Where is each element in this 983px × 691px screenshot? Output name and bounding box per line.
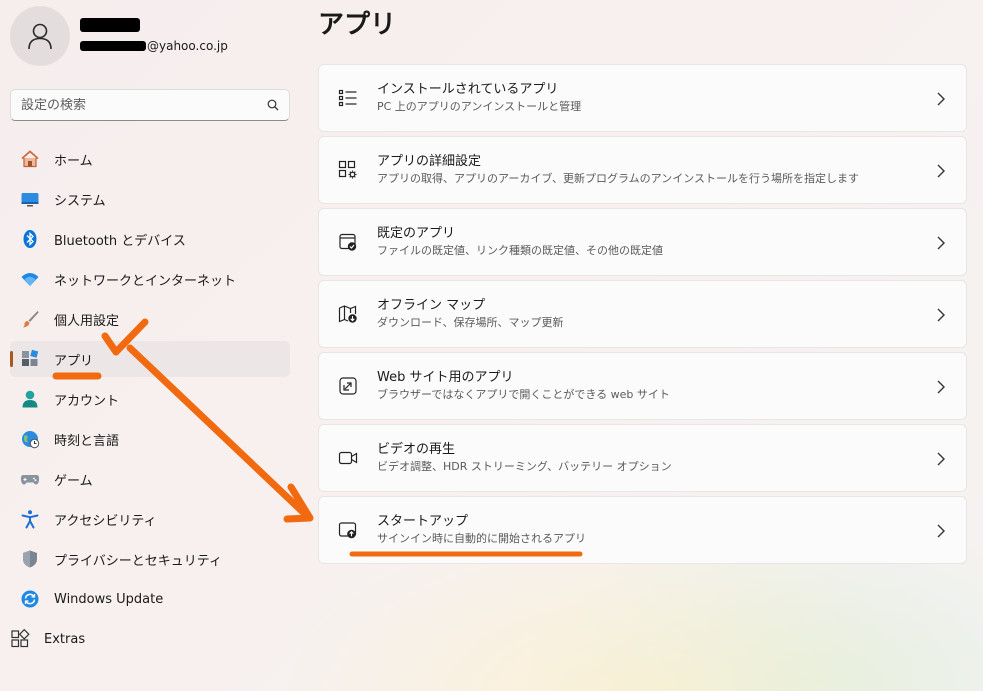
default-apps-icon — [337, 231, 359, 253]
sidebar-item-label: アクセシビリティ — [54, 513, 157, 529]
system-icon — [20, 189, 40, 209]
avatar[interactable] — [10, 6, 70, 66]
email-redaction — [80, 41, 146, 51]
card-startup[interactable]: スタートアップ サインイン時に自動的に開始されるアプリ — [318, 496, 967, 564]
sidebar-item-label: プライバシーとセキュリティ — [54, 553, 222, 569]
sidebar-item-accounts[interactable]: アカウント — [10, 381, 290, 417]
sidebar-item-personalization[interactable]: 個人用設定 — [10, 301, 290, 337]
card-apps-for-websites[interactable]: Web サイト用のアプリ ブラウザーではなくアプリで開くことができる web サ… — [318, 352, 967, 420]
card-advanced-app-settings[interactable]: アプリの詳細設定 アプリの取得、アプリのアーカイブ、更新プログラムのアンインスト… — [318, 136, 967, 204]
update-icon — [20, 589, 40, 609]
search-box[interactable] — [10, 89, 290, 121]
sidebar-item-label: システム — [54, 193, 106, 209]
sidebar-item-bluetooth[interactable]: Bluetooth とデバイス — [10, 221, 290, 257]
card-installed-apps[interactable]: インストールされているアプリ PC 上のアプリのアンインストールと管理 — [318, 64, 967, 132]
bluetooth-icon — [20, 229, 40, 249]
home-icon — [20, 149, 40, 169]
chevron-right-icon — [937, 452, 945, 466]
gamepad-icon — [20, 469, 40, 489]
sidebar-item-label: 時刻と言語 — [54, 433, 120, 449]
chevron-right-icon — [937, 524, 945, 538]
sidebar-item-label: アカウント — [54, 393, 120, 409]
card-description: ダウンロード、保存場所、マップ更新 — [377, 316, 564, 329]
list-icon — [337, 87, 359, 109]
card-title: インストールされているアプリ — [377, 82, 559, 97]
account-icon — [20, 389, 40, 409]
card-title: 既定のアプリ — [377, 226, 456, 241]
sidebar-item-extras[interactable]: Extras — [10, 621, 290, 657]
sidebar-item-privacy[interactable]: プライバシーとセキュリティ — [10, 541, 290, 577]
sidebar-item-time-language[interactable]: 時刻と言語 — [10, 421, 290, 457]
card-title: アプリの詳細設定 — [377, 154, 482, 169]
shield-icon — [20, 549, 40, 569]
card-description: PC 上のアプリのアンインストールと管理 — [377, 100, 582, 113]
video-icon — [337, 447, 359, 469]
sidebar-item-accessibility[interactable]: アクセシビリティ — [10, 501, 290, 537]
card-description: アプリの取得、アプリのアーカイブ、更新プログラムのアンインストールを行う場所を指… — [377, 172, 860, 185]
user-name-redaction — [80, 18, 140, 32]
time-language-icon — [20, 429, 40, 449]
chevron-right-icon — [937, 164, 945, 178]
chevron-right-icon — [937, 308, 945, 322]
sidebar: @yahoo.co.jp ホーム — [0, 0, 300, 691]
user-icon — [28, 23, 52, 50]
sidebar-item-label: 個人用設定 — [54, 313, 120, 329]
card-default-apps[interactable]: 既定のアプリ ファイルの既定値、リンク種類の既定値、その他の既定値 — [318, 208, 967, 276]
sidebar-item-network[interactable]: ネットワークとインターネット — [10, 261, 290, 297]
card-description: ビデオ調整、HDR ストリーミング、バッテリー オプション — [377, 460, 672, 473]
sidebar-item-label: Windows Update — [54, 591, 164, 607]
sidebar-item-label: ホーム — [54, 153, 93, 169]
sidebar-item-label: Extras — [44, 631, 86, 647]
card-description: ブラウザーではなくアプリで開くことができる web サイト — [377, 388, 670, 401]
card-title: ビデオの再生 — [377, 442, 456, 457]
chevron-right-icon — [937, 380, 945, 394]
accessibility-icon — [20, 509, 40, 529]
startup-icon — [337, 519, 359, 541]
user-email: @yahoo.co.jp — [80, 38, 228, 54]
search-input[interactable] — [21, 97, 267, 113]
card-title: Web サイト用のアプリ — [377, 370, 514, 385]
chevron-right-icon — [937, 236, 945, 250]
apps-icon — [20, 349, 40, 369]
card-title: スタートアップ — [377, 514, 469, 529]
search-icon[interactable] — [267, 99, 279, 111]
card-description: ファイルの既定値、リンク種類の既定値、その他の既定値 — [377, 244, 663, 257]
card-title: オフライン マップ — [377, 298, 486, 313]
page-title: アプリ — [318, 10, 397, 40]
settings-cards: インストールされているアプリ PC 上のアプリのアンインストールと管理 アプリの… — [318, 64, 967, 568]
sidebar-item-label: ネットワークとインターネット — [54, 273, 237, 289]
chevron-right-icon — [937, 92, 945, 106]
sidebar-item-gaming[interactable]: ゲーム — [10, 461, 290, 497]
card-offline-maps[interactable]: オフライン マップ ダウンロード、保存場所、マップ更新 — [318, 280, 967, 348]
card-description: サインイン時に自動的に開始されるアプリ — [377, 532, 586, 545]
email-suffix: @yahoo.co.jp — [147, 39, 228, 53]
sidebar-item-label: アプリ — [54, 353, 94, 369]
sidebar-item-windows-update[interactable]: Windows Update — [10, 581, 290, 617]
card-video-playback[interactable]: ビデオの再生 ビデオ調整、HDR ストリーミング、バッテリー オプション — [318, 424, 967, 492]
map-icon — [337, 303, 359, 325]
app-settings-icon — [337, 159, 359, 181]
sidebar-item-apps[interactable]: アプリ — [10, 341, 290, 377]
open-external-icon — [337, 375, 359, 397]
brush-icon — [20, 309, 40, 329]
extras-icon — [10, 629, 30, 649]
sidebar-item-home[interactable]: ホーム — [10, 141, 290, 177]
sidebar-nav: ホーム システム Bluetooth とデバイス ネットワークとインターネット … — [10, 141, 290, 661]
wifi-icon — [20, 269, 40, 289]
sidebar-item-label: Bluetooth とデバイス — [54, 233, 186, 249]
sidebar-item-label: ゲーム — [54, 473, 93, 489]
sidebar-item-system[interactable]: システム — [10, 181, 290, 217]
